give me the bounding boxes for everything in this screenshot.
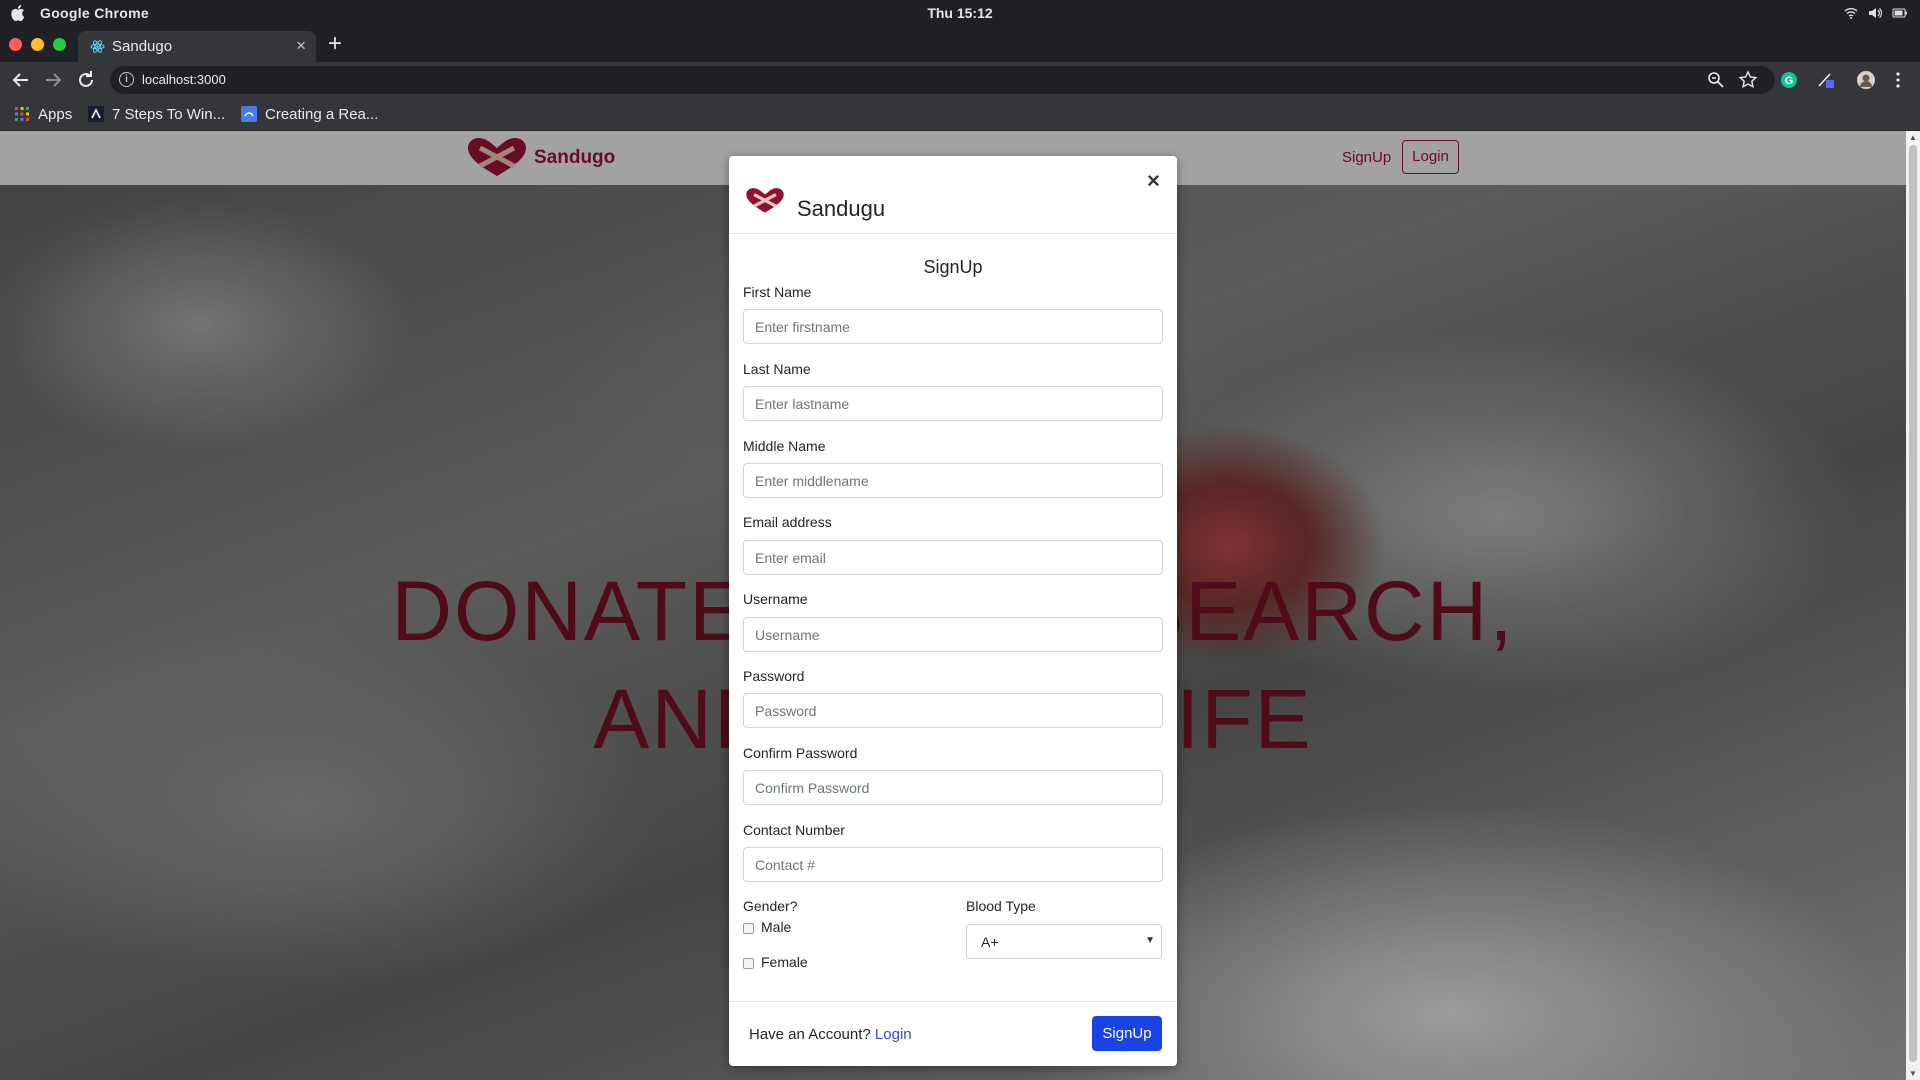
female-checkbox[interactable] [743,958,754,969]
have-account-text: Have an Account? Login [749,1026,912,1043]
react-favicon-icon [90,40,105,53]
bookmark-creating-a-rea[interactable]: Creating a Rea... [241,104,378,124]
url-text[interactable]: localhost:3000 [142,72,226,87]
first-name-input[interactable] [743,309,1163,344]
last-name-input[interactable] [743,386,1163,421]
blood-type-value: A+ [981,934,999,950]
system-clock[interactable]: Thu 15:12 [0,5,1920,21]
bookmarks-bar: Apps 7 Steps To Win... Creating a Rea... [0,98,1920,131]
confirm-password-input[interactable] [743,770,1163,805]
bookmark-label: Apps [38,105,73,123]
scrollbar-thumb[interactable] [1909,145,1917,1062]
sandugo-heart-logo-icon [746,188,784,213]
chrome-menu-icon[interactable] [1888,70,1908,90]
zoom-icon[interactable] [1706,70,1726,90]
address-bar[interactable]: i localhost:3000 [110,66,1775,94]
battery-icon[interactable] [1892,6,1908,20]
male-checkbox[interactable] [743,923,754,934]
bookmark-star-icon[interactable] [1738,70,1758,90]
last-name-label: Last Name [743,361,811,377]
male-checkbox-label[interactable]: Male [761,919,791,935]
back-arrow-icon[interactable] [9,68,33,92]
footer-login-link[interactable]: Login [875,1026,912,1043]
modal-header: Sandugu × [729,156,1177,234]
gender-label: Gender? [743,898,798,914]
tab-title: Sandugo [112,38,173,55]
bookmark-label: Creating a Rea... [265,105,379,123]
form-heading: SignUp [923,257,983,277]
contact-number-label: Contact Number [743,822,845,838]
signup-submit-button[interactable]: SignUp [1092,1016,1162,1051]
apps-grid-icon [15,107,29,121]
blood-type-label: Blood Type [966,898,1036,914]
modal-footer: Have an Account? Login SignUp [729,1001,1177,1067]
email-label: Email address [743,514,832,530]
bookmark-7-steps[interactable]: 7 Steps To Win... [88,104,225,124]
dropdown-caret-icon: ▼ [1145,935,1155,946]
username-input[interactable] [743,617,1163,652]
password-label: Password [743,668,805,684]
window-maximize-button[interactable] [53,38,66,51]
password-input[interactable] [743,693,1163,728]
confirm-password-label: Confirm Password [743,745,858,761]
bookmark-apps[interactable]: Apps [14,104,72,124]
middle-name-label: Middle Name [743,438,826,454]
signup-modal: Sandugu × SignUp First Name Last Name Mi… [729,156,1177,1066]
medium-logo-icon [88,106,104,122]
female-checkbox-label[interactable]: Female [761,954,808,970]
bookmark-label: 7 Steps To Win... [112,105,226,123]
reload-icon[interactable] [74,68,98,92]
os-menu-bar: Google Chrome Thu 15:12 [0,0,1920,27]
forward-arrow-icon[interactable] [41,68,65,92]
extension-icon[interactable] [1816,70,1836,90]
scroll-down-icon[interactable]: ▼ [1909,1069,1917,1078]
modal-title: Sandugu [797,196,886,221]
window-minimize-button[interactable] [31,38,44,51]
browser-tab[interactable]: Sandugo × [78,31,316,62]
have-account-prompt: Have an Account? [749,1026,875,1043]
email-input[interactable] [743,540,1163,575]
scroll-up-icon[interactable]: ▲ [1909,133,1917,142]
middle-name-input[interactable] [743,463,1163,498]
username-label: Username [743,591,808,607]
system-tray [1844,6,1908,20]
blood-type-select[interactable]: A+ ▼ [966,924,1162,959]
wifi-icon[interactable] [1844,6,1858,20]
profile-avatar-icon[interactable] [1856,70,1876,90]
svg-text:G: G [1785,75,1794,87]
modal-close-icon[interactable]: × [1147,168,1160,194]
volume-icon[interactable] [1868,6,1882,20]
document-icon [241,106,257,122]
new-tab-button[interactable]: + [328,30,342,58]
grammarly-extension-icon[interactable]: G [1779,70,1799,90]
browser-toolbar: i localhost:3000 G [0,62,1920,98]
site-info-icon[interactable]: i [119,72,134,87]
tab-close-icon[interactable]: × [296,36,306,56]
page-scrollbar[interactable]: ▲ ▼ [1906,131,1920,1080]
chrome-tab-strip: Sandugo × + [0,27,1920,62]
contact-number-input[interactable] [743,847,1163,882]
window-close-button[interactable] [9,38,22,51]
first-name-label: First Name [743,284,812,300]
